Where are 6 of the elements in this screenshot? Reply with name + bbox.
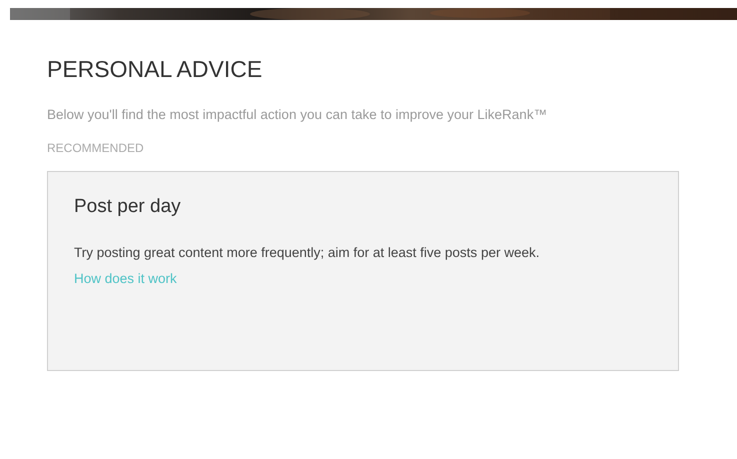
section-title: PERSONAL ADVICE bbox=[47, 55, 264, 84]
section-label: RECOMMENDED bbox=[47, 140, 145, 157]
card-text: Try posting great content more frequently; aim for at least five posts per week. bbox=[74, 244, 540, 262]
description: Below you'll find the most impactful action you can take to improve your LikeRank™ bbox=[47, 106, 548, 124]
card-title: Post per day bbox=[74, 195, 182, 219]
help-link[interactable]: How does it work bbox=[74, 269, 177, 289]
